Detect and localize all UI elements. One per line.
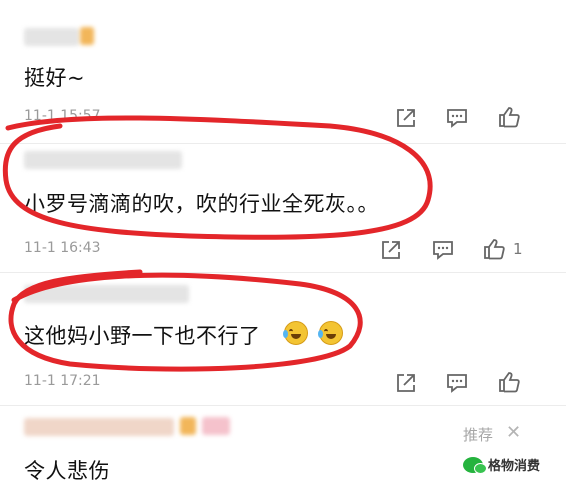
- comment-time: 11-1 16:43: [24, 240, 101, 256]
- comment-text: 挺好~: [24, 66, 86, 90]
- like-icon[interactable]: [498, 371, 520, 393]
- recommend-label[interactable]: 推荐: [463, 424, 493, 445]
- username-blurred: [24, 28, 79, 46]
- red-ellipse-marker: [2, 115, 433, 240]
- comment-text: 令人悲伤: [24, 459, 110, 483]
- tear-icon: [283, 330, 288, 338]
- like-count: 1: [513, 240, 523, 258]
- tear-icon: [318, 330, 323, 338]
- username-blurred: [24, 418, 174, 436]
- comment-text: 小罗号滴滴的吹，吹的行业全死灰。。: [24, 192, 379, 216]
- comment-icon[interactable]: [446, 107, 468, 129]
- username-blurred: [24, 285, 189, 303]
- close-icon[interactable]: ✕: [506, 422, 521, 443]
- divider: [0, 143, 566, 144]
- comment-time: 11-1 17:21: [24, 373, 101, 389]
- divider: [0, 272, 566, 273]
- user-badge-blurred: [180, 417, 196, 435]
- divider: [0, 405, 566, 406]
- share-icon[interactable]: [380, 239, 402, 261]
- watermark-text: 格物消费: [488, 459, 541, 474]
- comment-icon[interactable]: [432, 239, 454, 261]
- user-badge-blurred: [202, 417, 230, 435]
- like-icon[interactable]: [483, 238, 505, 260]
- share-icon[interactable]: [395, 372, 417, 394]
- comment-icon[interactable]: [446, 372, 468, 394]
- user-badge-blurred: [80, 27, 94, 45]
- like-icon[interactable]: [498, 106, 520, 128]
- share-icon[interactable]: [395, 107, 417, 129]
- comment-time: 11-1 15:57: [24, 108, 101, 124]
- wechat-logo-icon: [463, 456, 487, 474]
- comment-text: 这他妈小野一下也不行了: [24, 324, 261, 348]
- username-blurred: [24, 151, 182, 169]
- wechat-watermark: 格物消费: [463, 455, 540, 474]
